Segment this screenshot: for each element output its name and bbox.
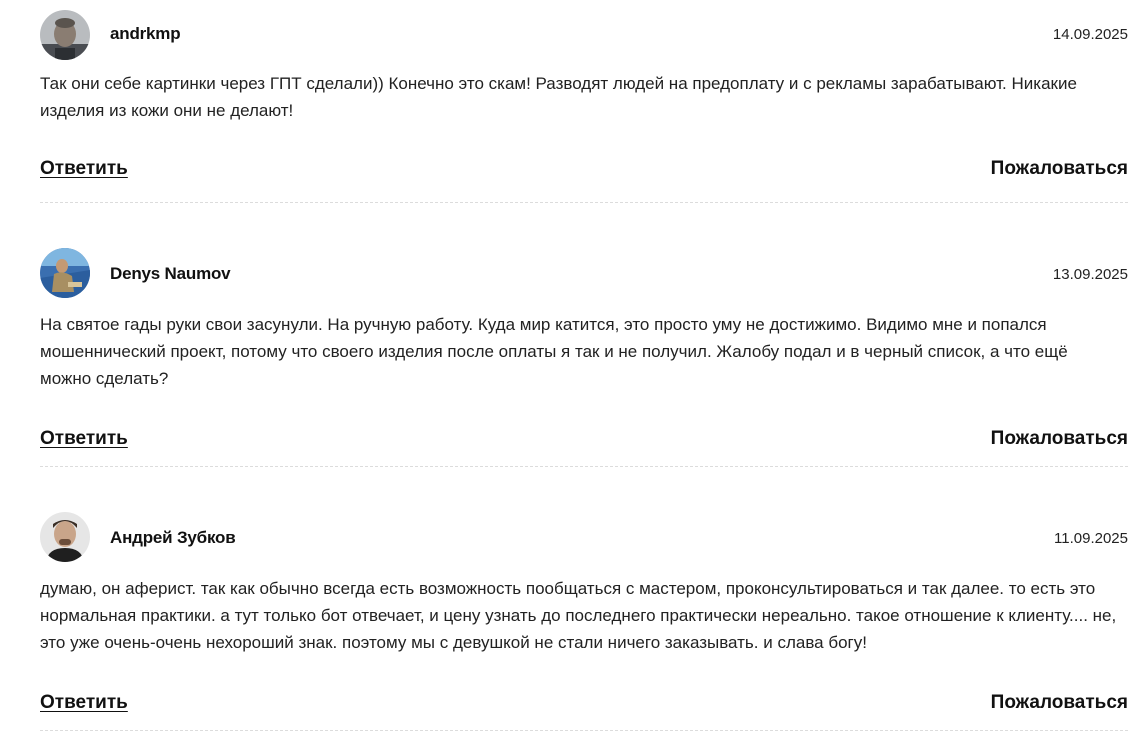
comment-header: Андрей Зубков 11.09.2025 bbox=[40, 467, 1128, 575]
comment-item: Denys Naumov 13.09.2025 На святое гады р… bbox=[40, 203, 1128, 467]
comment-actions: Ответить Пожаловаться bbox=[40, 692, 1128, 732]
avatar[interactable] bbox=[40, 248, 90, 298]
comment-actions: Ответить Пожаловаться bbox=[40, 158, 1128, 198]
comments-list: andrkmp 14.09.2025 Так они себе картинки… bbox=[40, 0, 1128, 731]
comment-item: andrkmp 14.09.2025 Так они себе картинки… bbox=[40, 0, 1128, 203]
comment-date: 11.09.2025 bbox=[1054, 530, 1128, 547]
comment-author[interactable]: Андрей Зубков bbox=[110, 528, 236, 548]
comment-header: Denys Naumov 13.09.2025 bbox=[40, 203, 1128, 311]
comment-author[interactable]: andrkmp bbox=[110, 24, 181, 44]
comment-actions: Ответить Пожаловаться bbox=[40, 428, 1128, 468]
comment-text: думаю, он аферист. так как обычно всегда… bbox=[40, 579, 1117, 652]
comment-date: 14.09.2025 bbox=[1052, 26, 1128, 43]
avatar[interactable] bbox=[40, 512, 90, 562]
reply-link[interactable]: Ответить bbox=[40, 158, 128, 180]
reply-link[interactable]: Ответить bbox=[40, 428, 128, 450]
user-photo-avatar-icon bbox=[40, 10, 90, 60]
report-link[interactable]: Пожаловаться bbox=[991, 158, 1128, 180]
comment-item: Андрей Зубков 11.09.2025 думаю, он афери… bbox=[40, 467, 1128, 731]
user-photo-avatar-icon bbox=[40, 248, 90, 298]
report-link[interactable]: Пожаловаться bbox=[991, 428, 1128, 450]
avatar[interactable] bbox=[40, 10, 90, 60]
comment-text: На святое гады руки свои засунули. На ру… bbox=[40, 315, 1068, 388]
report-link[interactable]: Пожаловаться bbox=[991, 692, 1128, 714]
comment-author[interactable]: Denys Naumov bbox=[110, 264, 231, 284]
reply-link[interactable]: Ответить bbox=[40, 692, 128, 714]
comment-date: 13.09.2025 bbox=[1052, 266, 1128, 283]
user-photo-avatar-icon bbox=[40, 512, 90, 562]
comment-header: andrkmp 14.09.2025 bbox=[40, 0, 1128, 70]
comment-text: Так они себе картинки через ГПТ сделали)… bbox=[40, 74, 1077, 120]
